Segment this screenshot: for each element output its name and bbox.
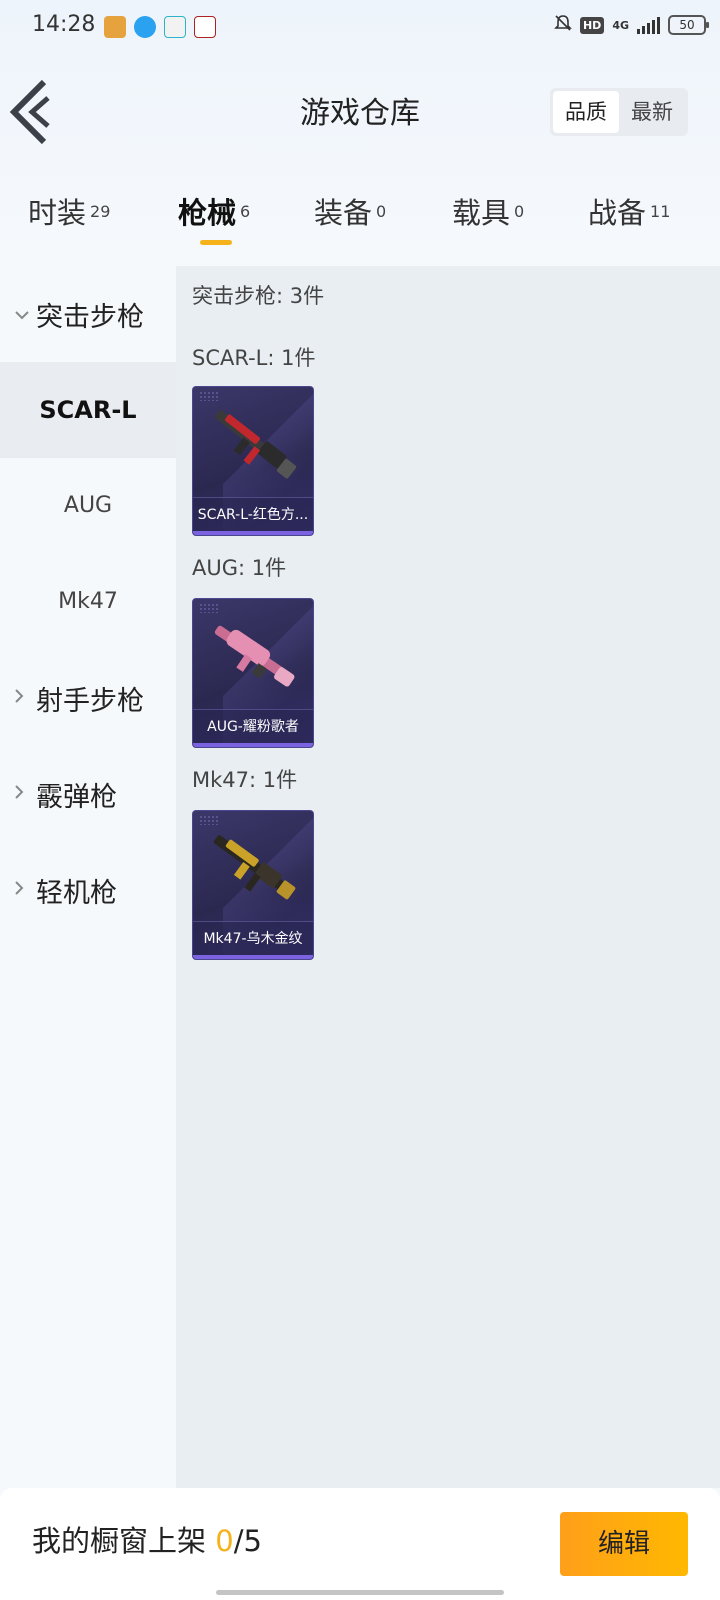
network-type: 4G (612, 18, 629, 32)
tab-label: 装备 (314, 196, 373, 230)
showcase-current-count: 0 (215, 1524, 234, 1558)
tab-label: 载具 (452, 196, 511, 230)
battery-icon: 50 (668, 15, 709, 35)
tab-count: 11 (650, 201, 671, 221)
tab-vehicles[interactable]: 载具 0 (452, 190, 524, 250)
nav-item-scar-l[interactable]: SCAR-L (0, 362, 176, 458)
sort-option-quality[interactable]: 品质 (553, 91, 619, 133)
tab-label: 时装 (28, 196, 87, 230)
notifications-muted-icon (554, 14, 572, 36)
tab-supplies[interactable]: 战备 11 (588, 190, 670, 250)
home-indicator[interactable] (216, 1590, 504, 1595)
item-card-mk47[interactable]: Mk47-乌木金纹 (192, 810, 314, 960)
game-app-icon (104, 16, 126, 38)
item-card-aug[interactable]: AUG-耀粉歌者 (192, 598, 314, 748)
item-name: SCAR-L-红色方... (193, 497, 313, 535)
active-tab-indicator (200, 240, 232, 245)
chevron-down-icon (14, 305, 36, 324)
tab-label: 枪械 (178, 196, 237, 230)
hd-icon: HD (579, 16, 605, 34)
sort-toggle: 品质 最新 (550, 88, 688, 136)
item-name: AUG-耀粉歌者 (193, 709, 313, 747)
chevron-right-icon (14, 688, 36, 708)
chevron-right-icon (14, 880, 36, 900)
tab-equipment[interactable]: 装备 0 (314, 190, 386, 250)
category-tabs: 时装 29 枪械 6 装备 0 载具 0 战备 11 (0, 190, 720, 260)
status-indicators: HD 4G 50 (554, 14, 709, 36)
tab-count: 29 (90, 201, 111, 221)
showcase-total-count: /5 (233, 1524, 262, 1558)
section-title-mk47: Mk47: 1件 (192, 768, 298, 792)
category-summary: 突击步枪: 3件 (192, 284, 325, 308)
status-bar: 14:28 HD 4G 50 (0, 0, 720, 56)
item-name: Mk47-乌木金纹 (193, 921, 313, 959)
item-card-scar-l[interactable]: SCAR-L-红色方... (192, 386, 314, 536)
nav-group-marksman-rifles[interactable]: 射手步枪 (0, 650, 176, 746)
tab-count: 0 (514, 201, 525, 221)
nav-group-label: 轻机枪 (36, 877, 117, 909)
section-title-scar-l: SCAR-L: 1件 (192, 346, 316, 370)
section-title-aug: AUG: 1件 (192, 556, 287, 580)
nav-group-label: 突击步枪 (36, 301, 144, 333)
showcase-bar: 我的橱窗上架 0/5 编辑 (0, 1488, 720, 1600)
mask-app-icon (194, 16, 216, 38)
tab-firearms[interactable]: 枪械 6 (178, 190, 250, 250)
tab-count: 6 (240, 201, 251, 221)
status-time: 14:28 (32, 12, 96, 37)
edit-button[interactable]: 编辑 (560, 1512, 688, 1576)
signal-icon (637, 16, 660, 34)
showcase-label-text: 我的橱窗上架 (32, 1524, 207, 1558)
sign-in-app-icon (164, 16, 186, 38)
rifle-icon (214, 625, 295, 687)
showcase-label: 我的橱窗上架 0/5 (32, 1518, 262, 1560)
weapon-list-panel: 突击步枪: 3件 SCAR-L: 1件 SCAR-L-红色方... AUG: 1… (176, 266, 720, 1488)
nav-item-aug[interactable]: AUG (0, 458, 176, 554)
chevron-right-icon (14, 784, 36, 804)
nav-group-label: 射手步枪 (36, 685, 144, 717)
sort-option-newest[interactable]: 最新 (619, 91, 685, 133)
nav-group-label: 霰弹枪 (36, 781, 117, 813)
nav-group-light-machine-guns[interactable]: 轻机枪 (0, 842, 176, 938)
qq-icon (134, 16, 156, 38)
nav-item-mk47[interactable]: Mk47 (0, 554, 176, 650)
tab-count: 0 (376, 201, 387, 221)
status-app-icons (104, 16, 216, 38)
tab-outfits[interactable]: 时装 29 (28, 190, 110, 250)
tab-label: 战备 (588, 196, 647, 230)
nav-group-shotguns[interactable]: 霰弹枪 (0, 746, 176, 842)
weapon-category-nav: 突击步枪 SCAR-L AUG Mk47 射手步枪 霰弹枪 轻机枪 (0, 266, 176, 1488)
rifle-icon (213, 835, 296, 900)
rifle-icon (214, 409, 297, 479)
nav-group-assault-rifles[interactable]: 突击步枪 (0, 266, 176, 362)
